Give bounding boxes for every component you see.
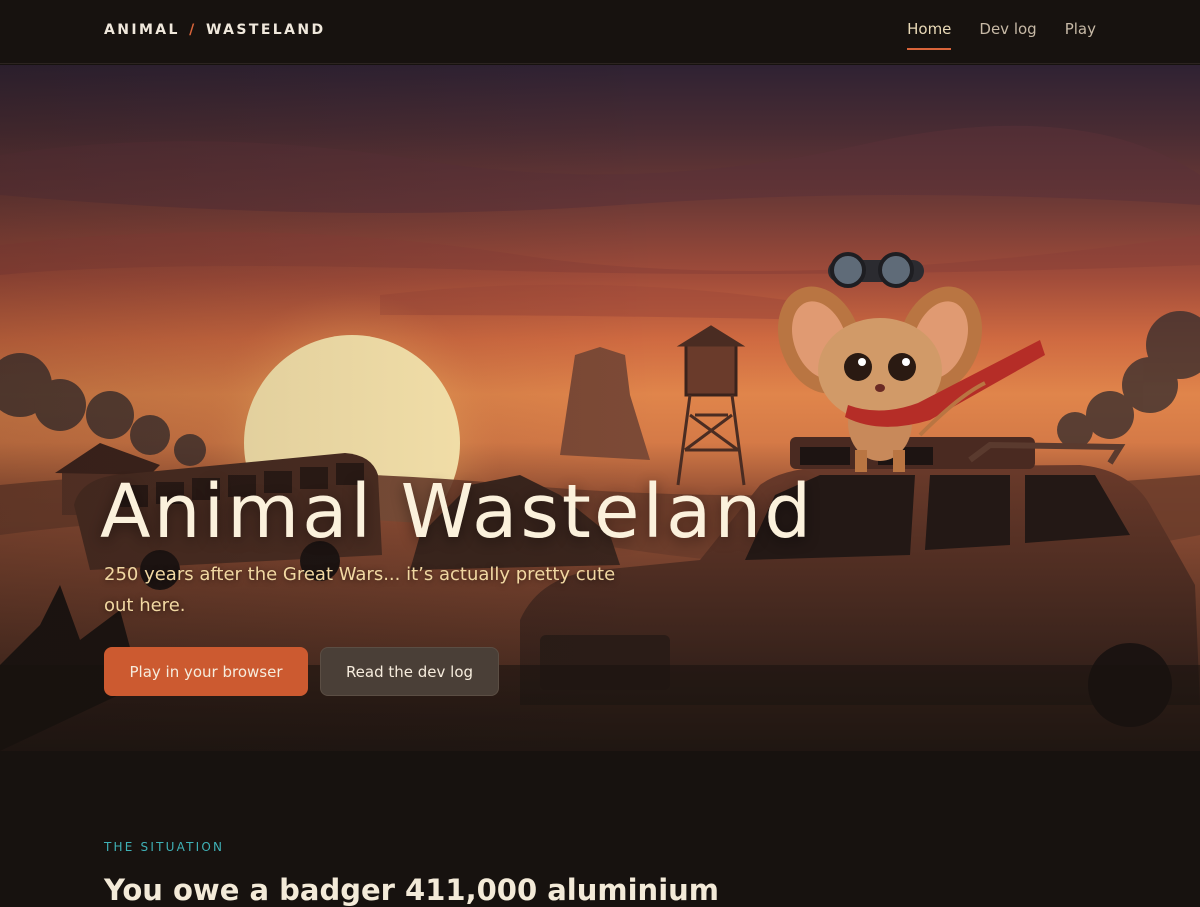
brand-word-left: ANIMAL [104, 22, 180, 38]
nav-link-play[interactable]: Play [1065, 20, 1096, 50]
section-heading: You owe a badger 411,000 aluminium [104, 873, 720, 907]
nav-link-dev-log[interactable]: Dev log [979, 20, 1036, 50]
hero-section: Animal Wasteland 250 years after the Gre… [0, 65, 1200, 751]
brand-word-right: WASTELAND [205, 22, 326, 38]
situation-section: THE SITUATION You owe a badger 411,000 a… [0, 751, 1200, 907]
main-nav: Home Dev log Play [907, 20, 1096, 50]
top-navbar: ANIMAL / WASTELAND Home Dev log Play [0, 0, 1200, 64]
brand-logo[interactable]: ANIMAL / WASTELAND [104, 22, 325, 38]
hero-title: Animal Wasteland [100, 469, 815, 555]
read-dev-log-button[interactable]: Read the dev log [320, 647, 499, 696]
play-in-browser-button[interactable]: Play in your browser [104, 647, 308, 696]
nav-link-home[interactable]: Home [907, 20, 952, 50]
section-eyebrow: THE SITUATION [104, 840, 225, 854]
hero-subtitle: 250 years after the Great Wars... it’s a… [104, 564, 616, 616]
brand-separator: / [189, 22, 197, 38]
